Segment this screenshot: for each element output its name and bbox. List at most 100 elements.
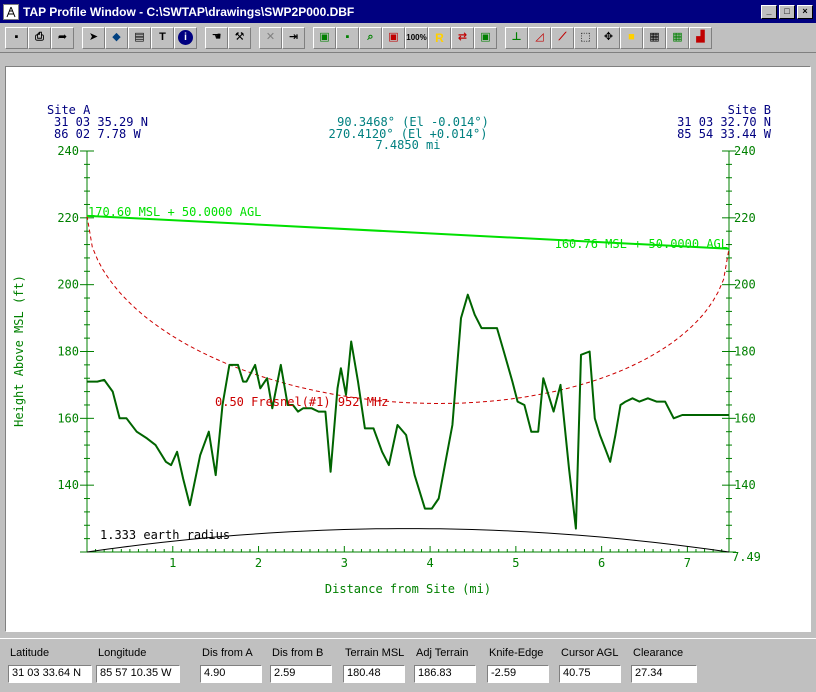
x-tick-label: 5 — [512, 556, 519, 570]
hand-icon: ☚ — [211, 31, 222, 43]
terrain-plot-button[interactable]: ▣ — [313, 26, 336, 49]
text-button[interactable]: T — [151, 26, 174, 49]
wrench-button[interactable]: ⚒ — [228, 26, 251, 49]
cursor-agl-label: Cursor AGL — [561, 647, 619, 659]
site-b-lon: 85 54 33.44 W — [677, 127, 772, 141]
x-tick-label: 7 — [684, 556, 691, 570]
move-button[interactable]: ✥ — [597, 26, 620, 49]
reflection-icon: R — [435, 30, 444, 45]
tower-icon — [6, 6, 16, 17]
pointer-icon: ➤ — [88, 31, 99, 43]
histogram-button[interactable]: ▟ — [689, 26, 712, 49]
terrain-swap-button[interactable]: ⇄ — [451, 26, 474, 49]
terrain-clear-icon: ▣ — [480, 31, 491, 43]
insert-icon: ⇥ — [288, 31, 299, 43]
fill-icon: ◆ — [112, 31, 121, 43]
y-tick-label-right: 140 — [734, 478, 756, 492]
title-bar: TAP Profile Window - C:\SWTAP\drawings\S… — [0, 0, 816, 23]
maximize-button[interactable]: □ — [779, 4, 795, 19]
app-icon[interactable] — [3, 3, 19, 20]
earth-radius-label: 1.333 earth radius — [100, 528, 230, 542]
grid-color-button[interactable]: ▦ — [666, 26, 689, 49]
text-icon: T — [159, 31, 166, 43]
save-icon: ▪ — [14, 31, 19, 43]
clearance-label: Clearance — [633, 647, 684, 659]
x-tick-label: 6 — [598, 556, 605, 570]
dis-from-b-field: 2.59 — [270, 665, 332, 683]
histogram-icon: ▟ — [696, 31, 705, 43]
dis-from-a-label: Dis from A — [202, 647, 253, 659]
longitude-label: Longitude — [98, 647, 147, 659]
export-arrow-button[interactable]: ➦ — [51, 26, 74, 49]
site-a-lon: 86 02 7.78 W — [54, 127, 141, 141]
y-axis-label: Height Above MSL (ft) — [12, 275, 26, 427]
minimize-button[interactable]: _ — [761, 4, 777, 19]
obstacle-button[interactable]: ⊥ — [505, 26, 528, 49]
fresnel-label: 0.50 Fresnel(#1) 952 MHz — [215, 395, 388, 409]
x-tick-label: 1 — [169, 556, 176, 570]
cut-button[interactable]: ✕ — [259, 26, 282, 49]
y-tick-label-left: 200 — [57, 278, 79, 292]
y-tick-label-left: 140 — [57, 478, 79, 492]
path-distance: 7.4850 mi — [375, 138, 440, 152]
knife-edge-field: -2.59 — [487, 665, 549, 683]
print-button[interactable]: ⎙ — [28, 26, 51, 49]
terrain-point-button[interactable]: ▪ — [336, 26, 359, 49]
latitude-label: Latitude — [10, 647, 50, 659]
wrench-icon: ⚒ — [234, 31, 245, 43]
save-button[interactable]: ▪ — [5, 26, 28, 49]
y-tick-label-left: 240 — [57, 144, 79, 158]
grid-button[interactable]: ▦ — [643, 26, 666, 49]
latitude-field: 31 03 33.64 N — [8, 665, 92, 683]
reflection-button[interactable]: R — [428, 26, 451, 49]
fill-button[interactable]: ◆ — [105, 26, 128, 49]
terrain-clear-button[interactable]: ▣ — [474, 26, 497, 49]
hand-button[interactable]: ☚ — [205, 26, 228, 49]
move-icon: ✥ — [603, 31, 614, 43]
window-title: TAP Profile Window - C:\SWTAP\drawings\S… — [23, 4, 355, 19]
zoom-icon: ⌕ — [367, 31, 374, 43]
y-tick-label-left: 220 — [57, 211, 79, 225]
x-tick-label: 2 — [255, 556, 262, 570]
profile-edit-icon: ◿ — [535, 31, 544, 43]
profile-chart[interactable]: 140 140 160 160 180 180 200 200 220 220 240 240 1 2 3 4… — [6, 67, 810, 631]
y-tick-label-right: 180 — [734, 345, 756, 359]
info-icon: i — [178, 30, 193, 45]
insert-button[interactable]: ⇥ — [282, 26, 305, 49]
y-tick-label-right: 160 — [734, 411, 756, 425]
status-bar: Latitude 31 03 33.64 N Longitude 85 57 10.3… — [0, 638, 816, 692]
site-a-antenna-label: 170.60 MSL + 50.0000 AGL — [88, 205, 261, 219]
terrain-delete-button[interactable]: ▣ — [382, 26, 405, 49]
y-tick-label-right: 220 — [734, 211, 756, 225]
zoom-100-icon: 100% — [406, 32, 427, 42]
zoom-button[interactable]: ⌕ — [359, 26, 382, 49]
y-tick-label-left: 180 — [57, 345, 79, 359]
clipboard-button[interactable]: ▤ — [128, 26, 151, 49]
info-button[interactable]: i — [174, 26, 197, 49]
color-button[interactable]: ■ — [620, 26, 643, 49]
terrain-msl-label: Terrain MSL — [345, 647, 405, 659]
dis-from-a-field: 4.90 — [200, 665, 262, 683]
export-arrow-icon: ➦ — [57, 31, 68, 43]
profile-edit-button[interactable]: ◿ — [528, 26, 551, 49]
end-distance-label: 7.49 — [732, 550, 761, 564]
adj-terrain-label: Adj Terrain — [416, 647, 469, 659]
obstacle-icon: ⊥ — [511, 31, 522, 43]
zoom-100-button[interactable]: 100% — [405, 26, 428, 49]
fresnel-button[interactable]: ⟋ — [551, 26, 574, 49]
select-area-icon: ⬚ — [580, 31, 591, 43]
print-icon: ⎙ — [35, 31, 44, 43]
pointer-button[interactable]: ➤ — [82, 26, 105, 49]
y-tick-label-right: 240 — [734, 144, 756, 158]
toolbar: ▪ ⎙ ➦ ➤ ◆ ▤ Ti ☚ ⚒ ✕ ⇥ ▣ ▪ ⌕ ▣ 100% R ⇄ ▣ ⊥ ◿ ⟋ ⬚ ✥ ■ ▦ ▦ ▟ — [0, 23, 816, 53]
knife-edge-label: Knife-Edge — [489, 647, 544, 659]
grid-icon: ▦ — [649, 31, 660, 43]
terrain-plot-icon: ▣ — [319, 31, 330, 43]
profile-plot[interactable]: 140 140 160 160 180 180 200 200 220 220 240 240 1 2 3 4… — [5, 66, 811, 632]
close-button[interactable]: × — [797, 4, 813, 19]
adj-terrain-field: 186.83 — [414, 665, 476, 683]
clipboard-icon: ▤ — [134, 31, 145, 43]
select-area-button[interactable]: ⬚ — [574, 26, 597, 49]
cut-icon: ✕ — [265, 31, 276, 43]
y-tick-label-left: 160 — [57, 411, 79, 425]
